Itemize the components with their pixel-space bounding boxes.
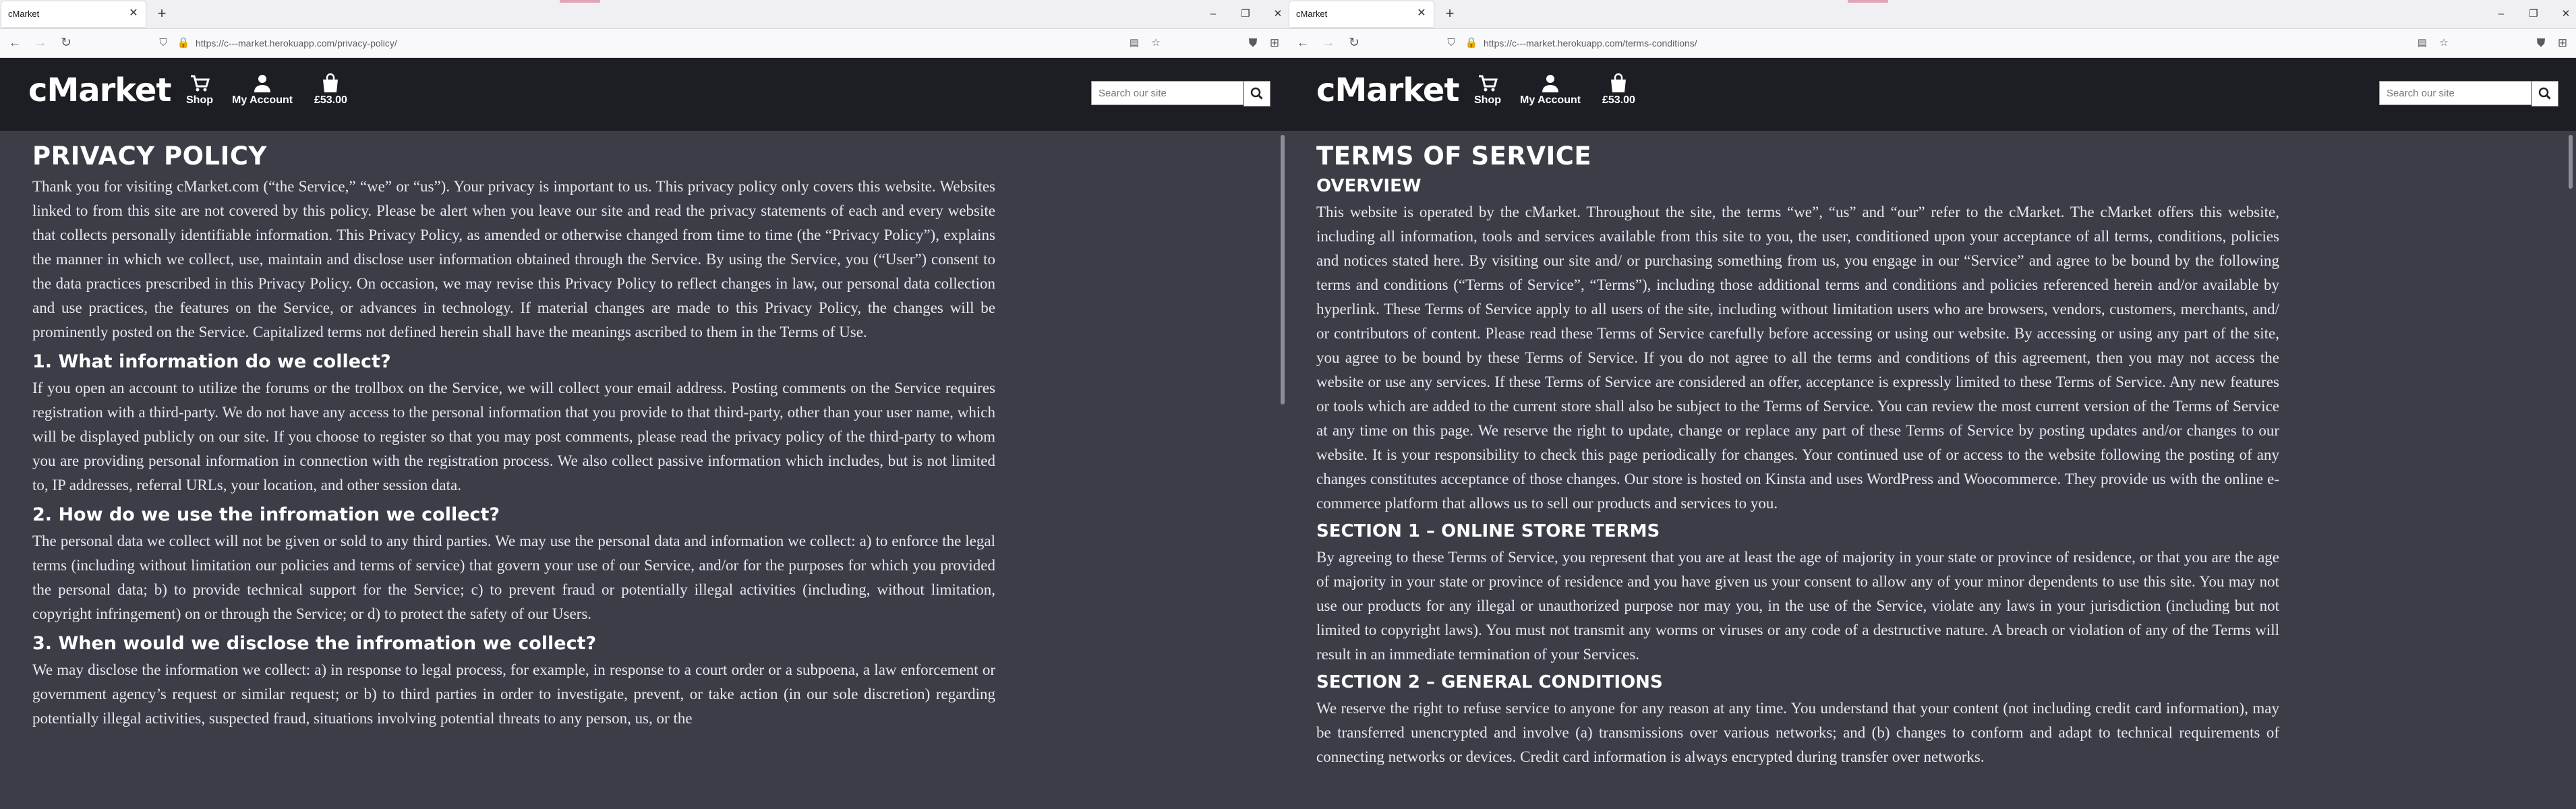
- section-heading: 3. When would we disclose the infromatio…: [32, 633, 597, 654]
- search-input[interactable]: [1091, 81, 1243, 105]
- browser-window-terms: cMarket ✕ + – ❐ ✕ ← → ↻ ⛉ 🔒 https://c---…: [1288, 0, 2576, 809]
- extensions-icon[interactable]: ⊞: [2554, 35, 2571, 51]
- section-heading: 2. How do we use the infromation we coll…: [32, 504, 500, 525]
- site-search: [1091, 81, 1270, 107]
- extensions-icon[interactable]: ⊞: [1266, 35, 1283, 51]
- basket-total: £53.00: [314, 94, 347, 106]
- address-bar[interactable]: ⛉ 🔒 https://c---market.herokuapp.com/ter…: [1439, 33, 2484, 53]
- forward-icon[interactable]: →: [32, 35, 49, 51]
- tab-title: cMarket: [8, 9, 40, 19]
- search-icon: [2538, 87, 2551, 100]
- bag-icon: [1602, 71, 1635, 94]
- reload-icon[interactable]: ↻: [1346, 35, 1362, 51]
- terms-of-service-content: TERMS OF SERVICE OVERVIEW This website i…: [1316, 132, 2279, 773]
- browser-tab[interactable]: cMarket ✕: [1289, 1, 1434, 27]
- new-tab-icon[interactable]: +: [154, 6, 170, 22]
- section-paragraph: We may disclose the information we colle…: [32, 661, 995, 727]
- bookmark-star-icon[interactable]: ☆: [2436, 35, 2452, 51]
- user-icon: [1520, 71, 1581, 94]
- search-input[interactable]: [2379, 81, 2531, 105]
- privacy-policy-content: PRIVACY POLICY Thank you for visiting cM…: [32, 132, 995, 735]
- tab-strip: cMarket ✕ + – ❐ ✕: [1288, 0, 2576, 29]
- minimize-icon[interactable]: –: [1206, 7, 1221, 22]
- nav-basket[interactable]: £53.00: [1602, 71, 1635, 107]
- search-button[interactable]: [1243, 81, 1270, 107]
- scrollbar-thumb[interactable]: [2569, 135, 2573, 189]
- section-heading: SECTION 1 – ONLINE STORE TERMS: [1316, 521, 1660, 541]
- section-paragraph: The personal data we collect will not be…: [32, 533, 995, 622]
- section-heading: SECTION 2 – GENERAL CONDITIONS: [1316, 672, 1663, 692]
- tab-accent: [1848, 0, 1888, 3]
- cart-icon: [186, 71, 213, 94]
- search-button[interactable]: [2531, 81, 2558, 107]
- nav-my-account[interactable]: My Account: [232, 71, 293, 107]
- browser-tab[interactable]: cMarket ✕: [1, 1, 146, 27]
- nav-my-account-label: My Account: [1520, 94, 1581, 106]
- intro-paragraph: Thank you for visiting cMarket.com (“the…: [32, 178, 995, 340]
- page-title: PRIVACY POLICY: [32, 142, 267, 171]
- nav-my-account[interactable]: My Account: [1520, 71, 1581, 107]
- page-title: TERMS OF SERVICE: [1316, 142, 1592, 171]
- site-search: [2379, 81, 2558, 107]
- shield-icon[interactable]: ⛉: [1443, 35, 1459, 51]
- bag-icon: [314, 71, 347, 94]
- forward-icon[interactable]: →: [1320, 35, 1337, 51]
- page-scrollbar[interactable]: [2567, 132, 2576, 809]
- pocket-icon[interactable]: ⛊: [1245, 35, 1261, 51]
- back-icon[interactable]: ←: [1295, 35, 1311, 51]
- basket-total: £53.00: [1602, 94, 1635, 106]
- navigation-bar: ← → ↻ ⛉ 🔒 https://c---market.herokuapp.c…: [0, 29, 1288, 58]
- section-paragraph: We reserve the right to refuse service t…: [1316, 700, 2279, 765]
- section-heading: OVERVIEW: [1316, 176, 1422, 196]
- reload-icon[interactable]: ↻: [58, 35, 74, 51]
- minimize-icon[interactable]: –: [2494, 7, 2509, 22]
- lock-icon[interactable]: 🔒: [1463, 35, 1480, 51]
- nav-shop[interactable]: Shop: [1474, 71, 1501, 107]
- address-bar[interactable]: ⛉ 🔒 https://c---market.herokuapp.com/pri…: [151, 33, 1196, 53]
- tab-accent: [560, 0, 600, 3]
- nav-my-account-label: My Account: [232, 94, 293, 106]
- cart-icon: [1474, 71, 1501, 94]
- section-heading: 1. What information do we collect?: [32, 351, 391, 372]
- new-tab-icon[interactable]: +: [1442, 6, 1458, 22]
- bookmark-star-icon[interactable]: ☆: [1148, 35, 1164, 51]
- maximize-icon[interactable]: ❐: [1238, 7, 1253, 22]
- tab-title: cMarket: [1296, 9, 1328, 19]
- close-tab-icon[interactable]: ✕: [1415, 7, 1428, 20]
- pocket-icon[interactable]: ⛊: [2533, 35, 2549, 51]
- nav-shop-label: Shop: [186, 94, 213, 106]
- browser-window-privacy: cMarket ✕ + – ❐ ✕ ← → ↻ ⛉ 🔒 https://c---…: [0, 0, 1288, 809]
- url-text: https://c---market.herokuapp.com/privacy…: [196, 38, 397, 49]
- section-paragraph: By agreeing to these Terms of Service, y…: [1316, 549, 2279, 663]
- lock-icon[interactable]: 🔒: [175, 35, 192, 51]
- search-icon: [1250, 87, 1263, 100]
- section-paragraph: If you open an account to utilize the fo…: [32, 380, 995, 493]
- site-logo[interactable]: cMarket: [1316, 71, 1459, 109]
- site-header: cMarket Shop My Account £53.00: [0, 58, 1288, 131]
- page-scrollbar[interactable]: [1279, 132, 1288, 809]
- section-paragraph: This website is operated by the cMarket.…: [1316, 204, 2279, 512]
- user-icon: [232, 71, 293, 94]
- close-window-icon[interactable]: ✕: [2558, 7, 2573, 22]
- site-header: cMarket Shop My Account £53.00: [1288, 58, 2576, 131]
- reader-view-icon[interactable]: ▤: [2414, 35, 2430, 51]
- tab-strip: cMarket ✕ + – ❐ ✕: [0, 0, 1288, 29]
- scrollbar-thumb[interactable]: [1281, 135, 1285, 404]
- nav-basket[interactable]: £53.00: [314, 71, 347, 107]
- close-window-icon[interactable]: ✕: [1270, 7, 1285, 22]
- reader-view-icon[interactable]: ▤: [1126, 35, 1142, 51]
- url-text: https://c---market.herokuapp.com/terms-c…: [1484, 38, 1697, 49]
- navigation-bar: ← → ↻ ⛉ 🔒 https://c---market.herokuapp.c…: [1288, 29, 2576, 58]
- nav-shop-label: Shop: [1474, 94, 1501, 106]
- nav-shop[interactable]: Shop: [186, 71, 213, 107]
- back-icon[interactable]: ←: [7, 35, 23, 51]
- site-logo[interactable]: cMarket: [28, 71, 171, 109]
- maximize-icon[interactable]: ❐: [2526, 7, 2541, 22]
- close-tab-icon[interactable]: ✕: [127, 7, 140, 20]
- shield-icon[interactable]: ⛉: [155, 35, 171, 51]
